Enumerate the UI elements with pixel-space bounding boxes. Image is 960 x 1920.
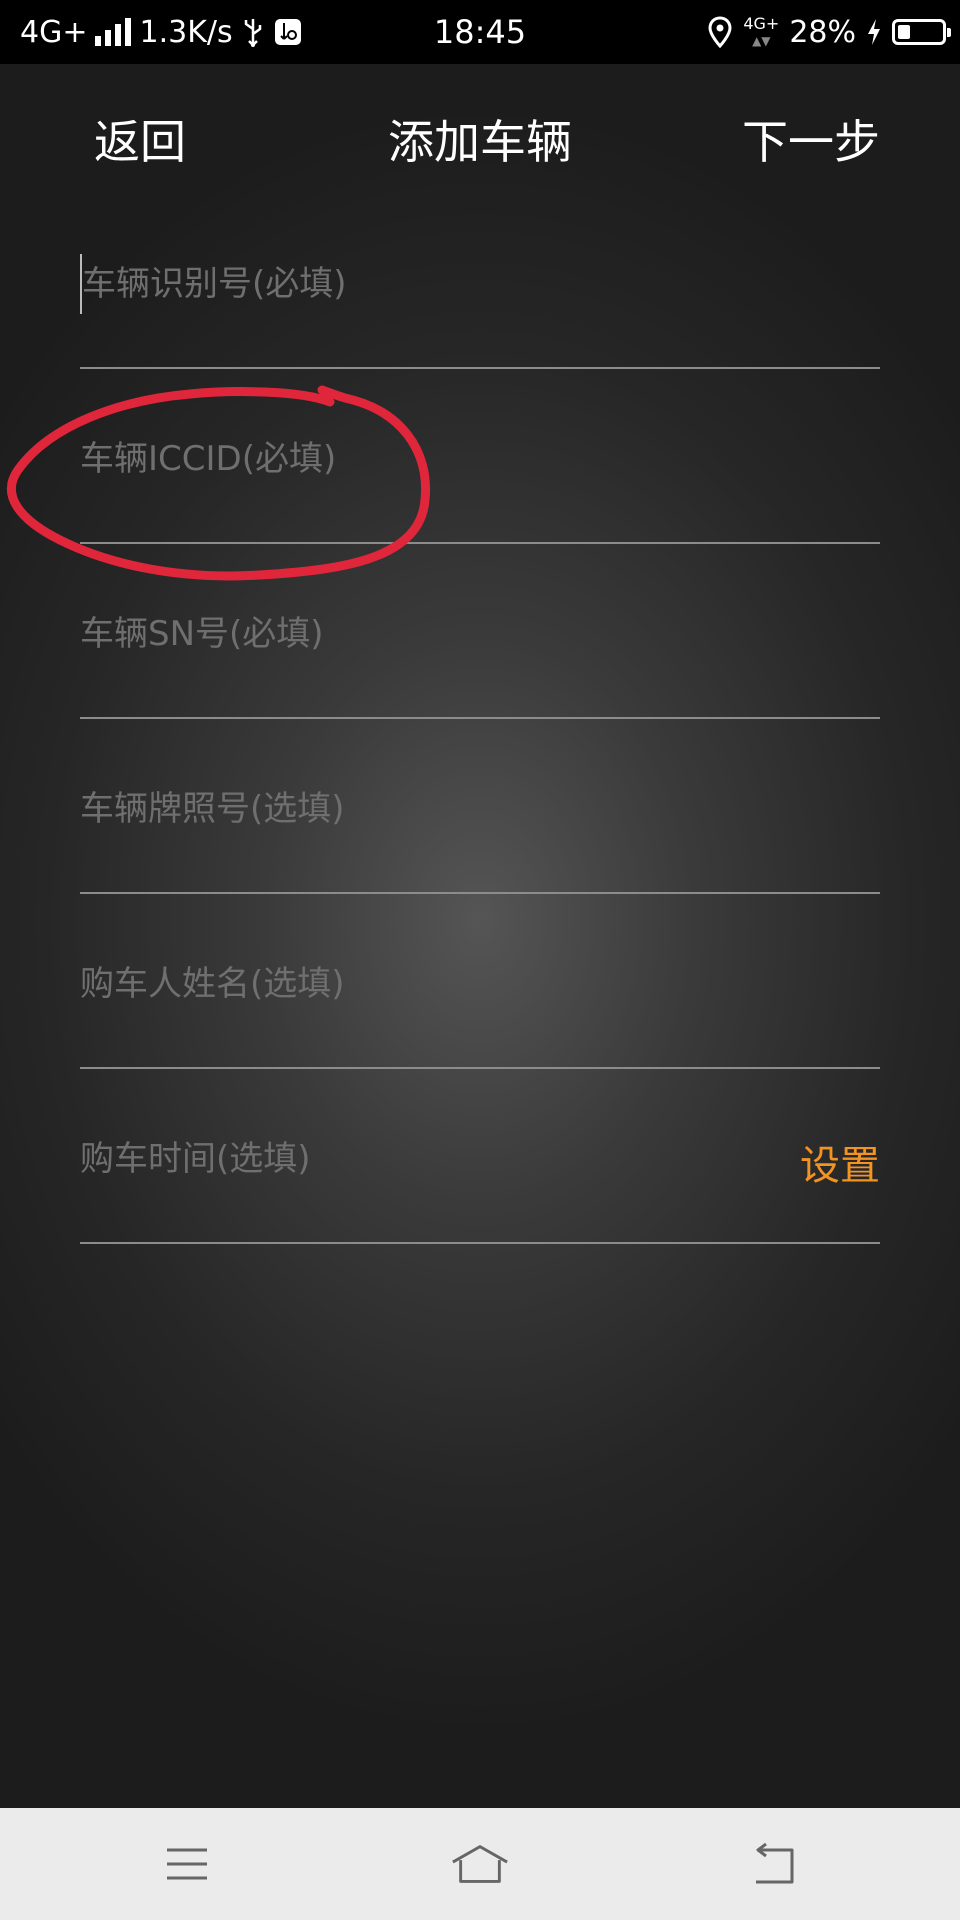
home-button[interactable] xyxy=(450,1836,510,1892)
battery-percent: 28% xyxy=(789,14,856,50)
iccid-input[interactable] xyxy=(80,429,780,489)
mobile-data-indicator: 4G+ ▲▼ xyxy=(743,13,780,49)
purchase-date-field-row: 设置 xyxy=(80,1069,880,1244)
charging-icon xyxy=(866,18,882,46)
app-header: 返回 添加车辆 下一步 xyxy=(0,64,960,204)
battery-icon xyxy=(892,19,951,45)
next-step-button[interactable]: 下一步 xyxy=(742,106,880,172)
vin-field-row xyxy=(80,194,880,369)
buyer-name-input[interactable] xyxy=(80,954,780,1014)
sn-input[interactable] xyxy=(80,604,780,664)
vin-input[interactable] xyxy=(80,254,782,314)
buyer-name-field-row xyxy=(80,894,880,1069)
purchase-date-input[interactable] xyxy=(80,1129,780,1189)
set-date-button[interactable]: 设置 xyxy=(800,1133,880,1191)
license-plate-input[interactable] xyxy=(80,779,780,839)
iccid-field-row xyxy=(80,369,880,544)
status-bar: 4G+ 1.3K/s 18:45 4G+ ▲▼ 28% xyxy=(0,0,960,64)
add-vehicle-form: 设置 xyxy=(80,194,880,1244)
system-navigation-bar xyxy=(0,1808,960,1920)
menu-button[interactable] xyxy=(157,1836,217,1892)
location-icon xyxy=(707,16,733,48)
plate-field-row xyxy=(80,719,880,894)
home-icon xyxy=(452,1845,508,1883)
status-bar-right: 4G+ ▲▼ 28% xyxy=(707,0,951,64)
data-arrows-icon: ▲▼ xyxy=(752,33,771,48)
menu-icon xyxy=(167,1848,207,1880)
battery-level xyxy=(898,25,910,39)
back-icon xyxy=(756,1842,794,1884)
system-back-button[interactable] xyxy=(742,1836,802,1892)
secondary-network: 4G+ xyxy=(743,13,780,33)
sn-field-row xyxy=(80,544,880,719)
